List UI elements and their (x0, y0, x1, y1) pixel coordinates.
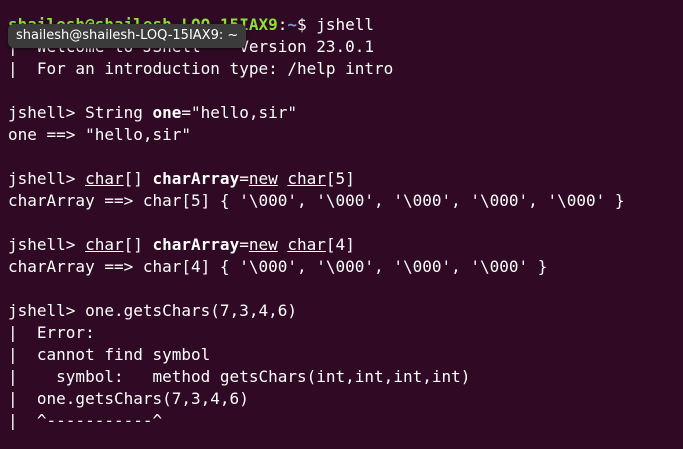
code-new-keyword: new (248, 235, 278, 254)
error-source: | one.getsChars(7,3,4,6) (8, 389, 249, 408)
jshell-input-line: jshell> one.getsChars(7,3,4,6) (8, 300, 683, 322)
prompt-path: ~ (287, 15, 297, 34)
code-input: one.getsChars(7,3,4,6) (85, 301, 297, 320)
code-variable: charArray (152, 235, 240, 254)
code-brackets: [] (123, 235, 153, 254)
jshell-output-line: one ==> "hello,sir" (8, 125, 192, 144)
jshell-output-line: charArray ==> char[5] { '\000', '\000', … (8, 191, 625, 210)
error-symbol: | symbol: method getsChars(int,int,int,i… (8, 367, 471, 386)
jshell-output-line: charArray ==> char[4] { '\000', '\000', … (8, 257, 548, 276)
code-type: char (287, 169, 326, 188)
code-rest: ="hello,sir" (181, 103, 297, 122)
shell-command: jshell (316, 15, 375, 34)
code-new-keyword: new (248, 169, 278, 188)
code-equals: = (239, 235, 249, 254)
code-type: String (85, 103, 153, 122)
code-equals: = (239, 169, 249, 188)
banner-intro: | For an introduction type: /help intro (8, 59, 394, 78)
code-type: char (287, 235, 326, 254)
terminal-window[interactable]: shailesh@shailesh-LOQ-15IAX9:~$ jshell |… (0, 0, 683, 449)
code-size: [5] (325, 169, 355, 188)
error-message: | cannot find symbol (8, 345, 211, 364)
jshell-input-line: jshell> char[] charArray=new char[4] (8, 234, 683, 256)
jshell-input-line: jshell> char[] charArray=new char[5] (8, 168, 683, 190)
prompt-colon: : (277, 15, 288, 34)
jshell-input-line: jshell> String one="hello,sir" (8, 102, 683, 124)
code-brackets: [] (123, 169, 153, 188)
jshell-prompt: jshell> (8, 103, 86, 122)
error-caret: | ^-----------^ (8, 411, 163, 430)
code-variable: charArray (152, 169, 240, 188)
error-header: | Error: (8, 323, 95, 342)
jshell-prompt: jshell> (8, 301, 86, 320)
code-size: [4] (325, 235, 355, 254)
prompt-dollar: $ (297, 15, 317, 34)
code-variable: one (152, 103, 182, 122)
window-title-tooltip: shailesh@shailesh-LOQ-15IAX9: ~ (8, 24, 247, 48)
code-type: char (85, 169, 124, 188)
jshell-prompt: jshell> (8, 169, 86, 188)
code-type: char (85, 235, 124, 254)
jshell-prompt: jshell> (8, 235, 86, 254)
